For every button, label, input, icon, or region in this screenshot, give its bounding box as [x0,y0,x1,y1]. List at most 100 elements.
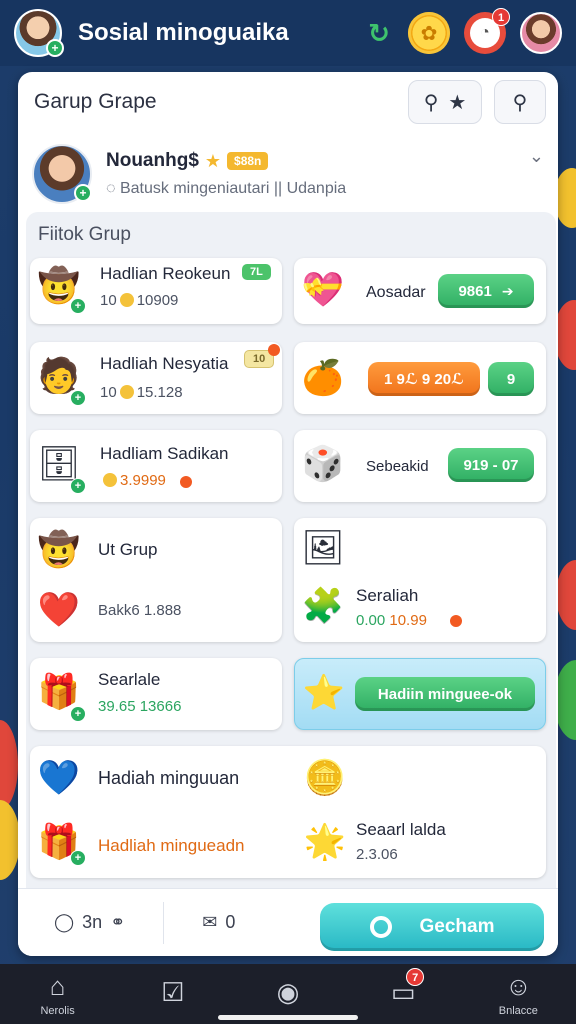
weekly-reward-button[interactable]: Hadiin minguee-ok [355,677,535,711]
status-icon: ◌ [106,180,120,197]
find-button[interactable]: ⚲ [494,80,546,124]
mail-count: 0 [225,912,236,932]
background-decoration [0,800,20,880]
add-friend-icon[interactable]: ↻ [364,12,394,54]
search-button[interactable]: ⚲ ★ [408,80,482,124]
reward-tile[interactable]: 🎲 Sebeakid 919 - 07 [294,430,546,502]
heart-icon: ❤️ [37,591,81,629]
profile-name-row: Nouanhg$ ★ $88n [106,150,346,172]
claim-button[interactable]: 919 - 07 [448,448,534,482]
reward-tile[interactable]: 🧑 + Hadliah Nesyatia 10 10 15.128 [30,342,282,414]
user-avatar[interactable] [520,12,562,54]
heart-icon: 💙 [37,759,81,797]
coin-icon [119,385,134,399]
tile-value: Bakk6 1.888 [98,602,182,619]
coin-icon [103,473,117,487]
tile-label: Sebeakid [366,458,429,475]
group-features-section: Fiitok Grup 🤠 + Hadlian Reokeun 7L 10 109… [26,212,556,956]
tile-title: Searlale [98,670,161,689]
notification-dot [268,344,280,356]
magnifier-icon: ⚲ [512,91,528,114]
reward-tile[interactable]: 🤠 + Hadlian Reokeun 7L 10 10909 [30,258,282,324]
checklist-icon: ☑ [161,977,185,1007]
reward-tile[interactable]: 💝 Aosadar 9861 ➔ [294,258,546,324]
star-icon: ★ [448,91,467,114]
app-title: Sosial minoguaika [78,19,289,46]
person-icon: ☺ [505,971,532,1001]
members-count-label: 3n [82,912,103,932]
claim-button[interactable]: 9861 ➔ [438,274,534,308]
card-action-bar: ◯ 3n ⚭ ✉ 0 Gecham [18,888,558,956]
plus-badge-icon: + [70,706,86,722]
vip-badge: $88n [227,152,269,170]
group-avatar-icon: 🤠 [37,531,81,569]
members-count[interactable]: ◯ 3n ⚭ [54,912,125,933]
status-text: Batusk mingeniautari || Udanpia [119,180,347,197]
mail-icon: ✉ [202,912,218,932]
tile-title: Hadiah minguuan [98,768,240,788]
coin-icon[interactable]: ✿ [408,12,450,54]
chat-icon[interactable]: ◔ 1 [464,8,510,54]
mail-button[interactable]: ✉ 0 [202,912,235,933]
divider [163,901,165,944]
reward-tile[interactable]: 🖼 🧩 Seraliah 0.00 10.99 [294,518,546,642]
chevron-down-icon[interactable]: ⌄ [529,146,544,167]
nav-chat[interactable]: ◉ [253,966,323,1022]
background-decoration [556,560,576,630]
tile-title: Hadliah Nesyatia [100,354,229,373]
plus-badge-icon: + [46,39,64,57]
chat-icon: ◉ [276,977,300,1007]
arrow-right-icon: ➔ [501,282,514,299]
tile-title: Ut Grup [98,540,158,559]
nav-label: Bnlacce [498,1005,538,1017]
tile-title: Hadliam Sadikan [100,444,229,463]
group-avatar: + [32,144,92,204]
nav-tasks[interactable]: ☑ [138,966,208,1022]
fruit-icon: 🍊 [301,359,345,397]
tile-value: 0.00 10.99 [356,612,427,629]
chat-button[interactable]: Gecham [320,903,544,951]
plus-badge-icon: + [70,478,86,494]
nav-home[interactable]: ⌂ Nerolis [23,966,93,1022]
plus-badge-icon: + [70,390,86,406]
coin-icon [119,293,134,307]
reward-tile[interactable]: 🍊 1 9ℒ 9 20ℒ 9 [294,342,546,414]
group-profile[interactable]: + Nouanhg$ ★ $88n ◌ Batusk mingeniautari… [18,134,558,214]
tile-value: 3.9999 [100,472,166,489]
home-icon: ⌂ [49,971,66,1001]
tile-title: Seraliah [356,586,419,605]
weekly-rewards-tile[interactable]: 💙 Hadiah minguuan 🎁 + Hadliah mingueadn … [30,746,546,878]
card-header: Garup Grape ⚲ ★ ⚲ [18,72,558,134]
featured-reward-tile[interactable]: ⭐ Hadiin minguee-ok [294,658,546,730]
section-title: Fiitok Grup [38,224,131,245]
reward-tile[interactable]: 🎁 + Searlale 39.65 13666 [30,658,282,730]
tile-value: 39.65 13666 [98,698,182,715]
star-icon: ★ [204,150,222,171]
go-label: 9 [506,370,516,388]
reward-label: 1 9ℒ 9 20ℒ [384,371,464,388]
link-icon: ⚭ [110,912,126,932]
chat-button-label: Gecham [419,916,495,937]
group-info-tile[interactable]: 🤠 Ut Grup ❤️ Bakk6 1.888 [30,518,282,642]
tile-value: 10 10909 [100,292,179,309]
heart-gift-icon: 💝 [301,271,345,309]
weekly-reward-label: Hadiin minguee-ok [377,685,513,703]
star-box-icon: ⭐ [302,674,346,712]
chat-ring-icon [369,916,392,938]
reward-button[interactable]: 1 9ℒ 9 20ℒ [368,362,480,396]
search-icon: ⚲ [423,91,439,114]
nav-messages[interactable]: ▭ 7 [368,966,438,1022]
tile-label: Aosadar [366,284,426,301]
reward-tile[interactable]: 🗄 + Hadliam Sadikan 3.9999 [30,430,282,502]
loading-ring-icon: ◯ [54,912,75,932]
tile-value: 2.3.06 [356,846,398,863]
nav-profile[interactable]: ☺ Bnlacce [483,966,553,1022]
chat-notification-badge: 1 [492,8,510,26]
go-button[interactable]: 9 [488,362,534,396]
claim-label: 9861 [458,282,492,300]
profile-name: Nouanhg$ [106,150,199,171]
picture-frame-icon: 🖼 [301,529,345,567]
profile-avatar[interactable]: + [14,9,64,57]
tile-subtitle: Hadliah mingueadn [98,836,245,855]
group-card: Garup Grape ⚲ ★ ⚲ + Nouanhg$ ★ $88n ◌ Ba… [18,72,558,956]
